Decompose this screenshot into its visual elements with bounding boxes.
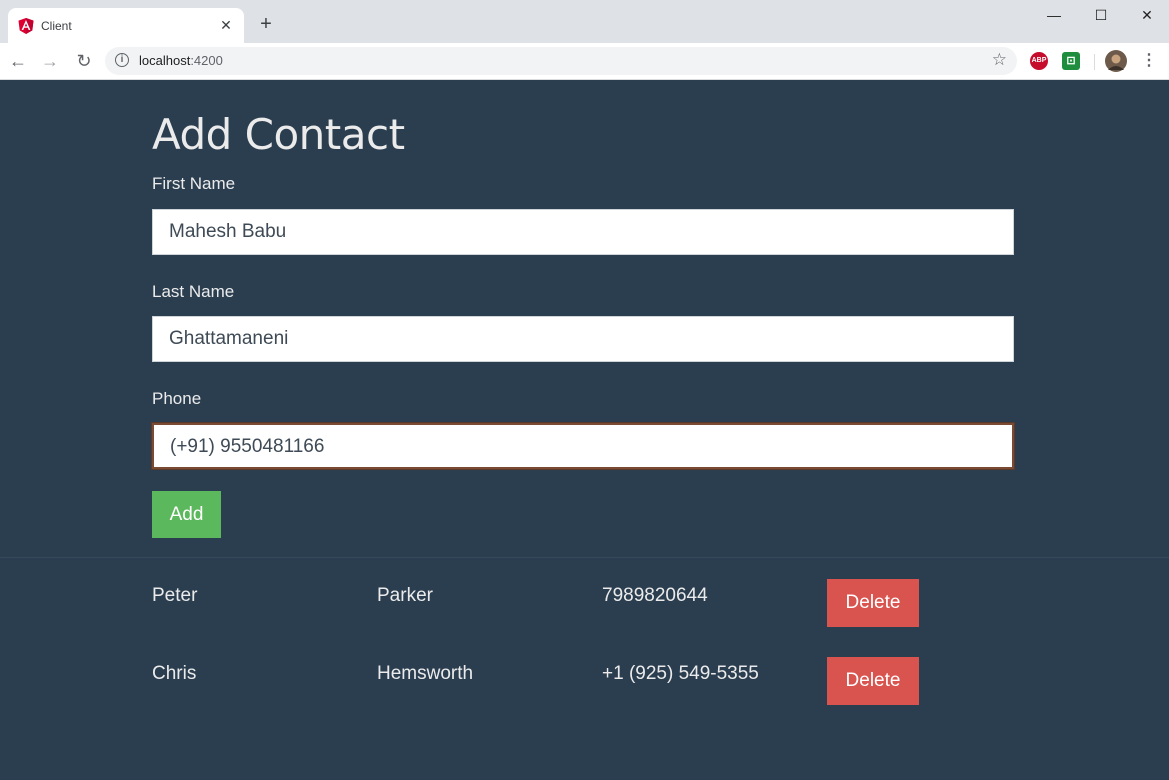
- back-icon[interactable]: ←: [6, 49, 30, 73]
- url-text: localhost:4200: [139, 53, 223, 68]
- contact-phone: 7989820644: [602, 585, 708, 606]
- delete-button[interactable]: Delete: [827, 579, 919, 627]
- last-name-label: Last Name: [152, 282, 235, 301]
- contact-last-name: Hemsworth: [377, 663, 474, 684]
- tab-title: Client: [41, 19, 72, 33]
- extension-icon[interactable]: ⊡: [1062, 52, 1080, 70]
- phone-label: Phone: [152, 389, 202, 408]
- bookmark-star-icon[interactable]: ☆: [992, 50, 1007, 70]
- maximize-button[interactable]: ☐: [1078, 4, 1124, 26]
- close-window-button[interactable]: ✕: [1124, 4, 1169, 26]
- contact-last-name: Parker: [377, 585, 433, 606]
- browser-menu-icon[interactable]: ⋮: [1141, 51, 1157, 71]
- delete-button[interactable]: Delete: [827, 657, 919, 705]
- contact-first-name: Peter: [152, 585, 198, 606]
- address-bar[interactable]: i localhost:4200 ☆: [105, 47, 1017, 75]
- contact-first-name: Chris: [152, 663, 197, 684]
- toolbar-divider: [1094, 54, 1095, 70]
- minimize-button[interactable]: —: [1031, 4, 1077, 26]
- last-name-input[interactable]: Ghattamaneni: [152, 316, 1014, 362]
- contact-row: Peter Parker 7989820644 Delete: [0, 579, 1169, 627]
- first-name-label: First Name: [152, 174, 236, 193]
- browser-tab-bar: Client ✕ + — ☐ ✕: [0, 0, 1169, 43]
- contact-phone: +1 (925) 549-5355: [602, 663, 759, 684]
- info-icon[interactable]: i: [115, 53, 129, 67]
- reload-icon[interactable]: ↻: [72, 49, 96, 73]
- profile-avatar-icon[interactable]: [1105, 50, 1127, 72]
- tab-close-icon[interactable]: ✕: [216, 15, 236, 35]
- contact-row: Chris Hemsworth +1 (925) 549-5355 Delete: [0, 657, 1169, 705]
- browser-tab[interactable]: Client ✕: [8, 8, 244, 43]
- section-divider: [0, 557, 1169, 558]
- angular-icon: [18, 18, 34, 34]
- new-tab-button[interactable]: +: [256, 14, 276, 34]
- forward-icon[interactable]: →: [38, 49, 62, 73]
- adblock-plus-icon[interactable]: ABP: [1030, 52, 1048, 70]
- phone-input[interactable]: (+91) 9550481166: [152, 423, 1014, 469]
- page-title: Add Contact: [152, 110, 405, 159]
- browser-toolbar: ← → ↻ i localhost:4200 ☆ ABP ⊡ ⋮: [0, 43, 1169, 80]
- first-name-input[interactable]: Mahesh Babu: [152, 209, 1014, 255]
- add-button[interactable]: Add: [152, 491, 221, 538]
